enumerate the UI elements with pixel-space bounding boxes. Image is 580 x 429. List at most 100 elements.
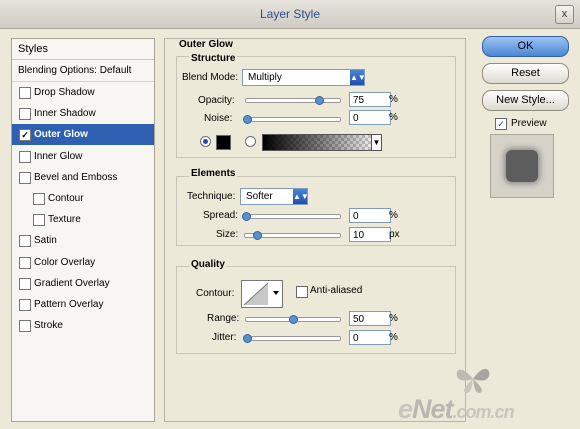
preview-thumbnail bbox=[506, 150, 538, 182]
new-style-button[interactable]: New Style... bbox=[482, 90, 569, 111]
gradient-radio[interactable] bbox=[245, 136, 256, 147]
gradient-dropdown-icon[interactable]: ▼ bbox=[371, 135, 381, 150]
watermark-suffix: .com.cn bbox=[452, 402, 515, 422]
style-item-label: Stroke bbox=[34, 320, 63, 332]
style-item-contour[interactable]: Contour bbox=[12, 188, 154, 209]
anti-aliased-label: Anti-aliased bbox=[310, 285, 363, 296]
opacity-slider-knob[interactable] bbox=[315, 96, 324, 105]
percent-unit: % bbox=[389, 210, 398, 221]
solid-color-radio[interactable] bbox=[200, 136, 211, 147]
close-button[interactable]: x bbox=[555, 5, 574, 24]
style-item-inner-glow[interactable]: Inner Glow bbox=[12, 146, 154, 167]
glow-color-swatch[interactable] bbox=[216, 135, 231, 150]
style-checkbox[interactable] bbox=[19, 87, 31, 99]
style-item-label: Inner Shadow bbox=[34, 108, 96, 120]
style-item-inner-shadow[interactable]: Inner Shadow bbox=[12, 103, 154, 124]
style-checkbox[interactable] bbox=[19, 171, 31, 184]
style-item-pattern-overlay[interactable]: Pattern Overlay bbox=[12, 294, 154, 315]
technique-label: Technique: bbox=[187, 191, 236, 202]
opacity-slider[interactable] bbox=[245, 96, 341, 105]
size-slider[interactable] bbox=[244, 231, 341, 240]
glow-gradient-picker[interactable]: ▼ bbox=[262, 134, 382, 151]
spread-slider[interactable] bbox=[242, 212, 341, 221]
size-slider-knob[interactable] bbox=[253, 231, 262, 240]
style-checkbox[interactable] bbox=[19, 256, 31, 269]
style-item-label: Texture bbox=[48, 214, 81, 226]
spread-slider-knob[interactable] bbox=[242, 212, 251, 221]
blend-mode-select[interactable]: Multiply ▲▼ bbox=[242, 69, 366, 86]
style-item-label: Bevel and Emboss bbox=[34, 171, 118, 183]
opacity-label: Opacity: bbox=[198, 95, 235, 106]
range-slider[interactable] bbox=[245, 315, 341, 324]
range-slider-knob[interactable] bbox=[289, 315, 298, 324]
style-checkbox[interactable] bbox=[33, 193, 45, 205]
style-checkbox[interactable] bbox=[33, 214, 45, 227]
style-item-stroke[interactable]: Stroke bbox=[12, 315, 154, 336]
spread-input[interactable]: 0 bbox=[349, 208, 391, 223]
select-arrow-icon: ▲▼ bbox=[293, 189, 309, 204]
style-item-label: Gradient Overlay bbox=[34, 277, 110, 289]
style-item-label: Color Overlay bbox=[34, 256, 96, 268]
window-title: Layer Style bbox=[259, 7, 321, 21]
blend-mode-value: Multiply bbox=[248, 72, 282, 83]
style-item-texture[interactable]: Texture bbox=[12, 209, 154, 230]
watermark-prefix: e bbox=[398, 394, 413, 424]
percent-unit: % bbox=[389, 112, 398, 123]
percent-unit: % bbox=[389, 313, 398, 324]
spread-label: Spread: bbox=[203, 210, 239, 221]
reset-button[interactable]: Reset bbox=[482, 63, 569, 84]
style-preview bbox=[490, 134, 554, 198]
technique-select[interactable]: Softer ▲▼ bbox=[240, 188, 309, 205]
style-item-bevel-and-emboss[interactable]: Bevel and Emboss bbox=[12, 167, 154, 188]
style-item-drop-shadow[interactable]: Drop Shadow bbox=[12, 82, 154, 103]
style-checkbox[interactable] bbox=[19, 108, 31, 121]
contour-picker[interactable] bbox=[241, 280, 283, 308]
quality-title: Quality bbox=[189, 259, 227, 270]
style-checkbox[interactable]: ✓ bbox=[19, 129, 31, 142]
blend-mode-label: Blend Mode: bbox=[182, 72, 239, 83]
jitter-slider[interactable] bbox=[243, 334, 341, 343]
style-item-outer-glow[interactable]: ✓ Outer Glow bbox=[12, 124, 154, 146]
percent-unit: % bbox=[389, 94, 398, 105]
noise-label: Noise: bbox=[204, 113, 233, 124]
structure-title: Structure bbox=[189, 53, 238, 64]
size-label: Size: bbox=[216, 229, 239, 240]
style-item-label: Satin bbox=[34, 235, 57, 247]
opacity-input[interactable]: 75 bbox=[349, 92, 391, 107]
px-unit: px bbox=[389, 229, 400, 240]
preview-checkbox[interactable]: ✓ bbox=[495, 118, 507, 130]
noise-slider-knob[interactable] bbox=[243, 115, 252, 124]
blending-options-item[interactable]: Blending Options: Default bbox=[12, 60, 154, 81]
select-arrow-icon: ▲▼ bbox=[350, 70, 366, 85]
anti-aliased-checkbox[interactable] bbox=[296, 286, 308, 298]
blending-options-label: Blending Options: Default bbox=[18, 65, 132, 76]
jitter-input[interactable]: 0 bbox=[349, 330, 391, 345]
jitter-slider-knob[interactable] bbox=[243, 334, 252, 343]
noise-slider[interactable] bbox=[243, 115, 341, 124]
butterfly-icon bbox=[456, 368, 490, 393]
size-input[interactable]: 10 bbox=[349, 227, 391, 242]
style-item-satin[interactable]: Satin bbox=[12, 230, 154, 251]
ok-button[interactable]: OK bbox=[482, 36, 569, 57]
style-item-label: Outer Glow bbox=[34, 129, 88, 141]
style-checkbox[interactable] bbox=[19, 299, 31, 311]
preview-check-icon: ✓ bbox=[497, 119, 505, 129]
title-bar: Layer Style x bbox=[0, 0, 580, 29]
range-input[interactable]: 50 bbox=[349, 311, 391, 326]
preview-label: Preview bbox=[511, 118, 547, 129]
style-checkbox[interactable] bbox=[19, 235, 31, 248]
style-checkbox[interactable] bbox=[19, 150, 31, 163]
contour-label: Contour: bbox=[196, 288, 235, 299]
style-checkbox[interactable] bbox=[19, 320, 31, 333]
style-item-label: Drop Shadow bbox=[34, 87, 95, 98]
outer-glow-title: Outer Glow bbox=[179, 39, 233, 50]
style-item-label: Contour bbox=[48, 193, 84, 204]
style-item-gradient-overlay[interactable]: Gradient Overlay bbox=[12, 273, 154, 294]
jitter-label: Jitter: bbox=[212, 332, 237, 343]
enet-watermark: eNet.com.cn bbox=[398, 394, 515, 425]
styles-header[interactable]: Styles bbox=[12, 39, 154, 60]
style-item-label: Pattern Overlay bbox=[34, 299, 104, 310]
style-item-color-overlay[interactable]: Color Overlay bbox=[12, 252, 154, 273]
noise-input[interactable]: 0 bbox=[349, 110, 391, 125]
style-checkbox[interactable] bbox=[19, 277, 31, 290]
